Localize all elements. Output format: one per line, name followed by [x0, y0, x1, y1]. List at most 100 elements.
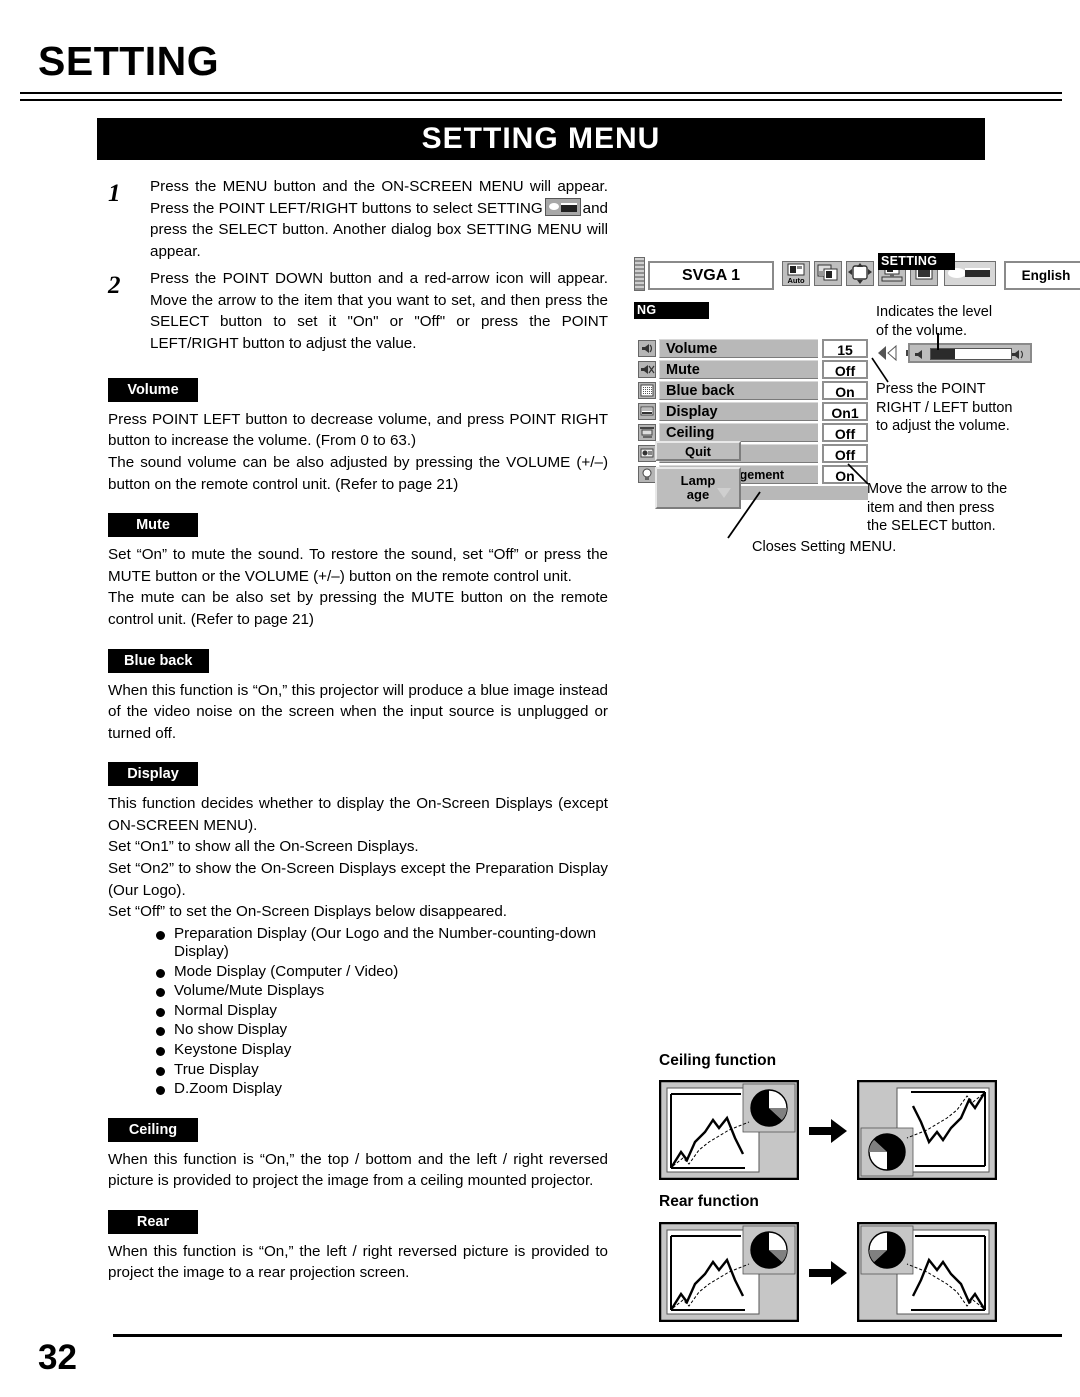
- step-1-text-before: Press the MENU button and the ON-SCREEN …: [150, 178, 608, 217]
- section-label-ceiling: Ceiling: [108, 1117, 198, 1142]
- setting-menu-banner: SETTING MENU: [97, 118, 985, 160]
- step-2-body: Press the POINT DOWN button and a red-ar…: [150, 269, 608, 353]
- osd-row-blue-back[interactable]: Blue back On: [638, 381, 868, 400]
- osd-source-box[interactable]: SVGA 1: [648, 261, 774, 290]
- blue-back-icon: [638, 382, 656, 399]
- section-label-display: Display: [108, 762, 198, 787]
- display-para-1: This function decides whether to display…: [108, 795, 608, 834]
- list-item: Preparation Display (Our Logo and the Nu…: [156, 925, 608, 962]
- rear-after-image: [857, 1222, 997, 1322]
- osd-row-value[interactable]: Off: [822, 423, 868, 442]
- osd-row-value[interactable]: On1: [822, 402, 868, 421]
- osd-row-volume[interactable]: Volume 15: [638, 339, 868, 358]
- osd-top-toolbar: SVGA 1 Auto English SETTING: [634, 253, 1080, 291]
- volume-para-2: The sound volume can be also adjusted by…: [108, 454, 608, 493]
- section-body-ceiling: When this function is “On,” the top / bo…: [108, 1149, 608, 1192]
- callout-volume-level: Indicates the level of the volume.: [876, 303, 992, 340]
- section-label-mute: Mute: [108, 513, 198, 538]
- step-1-number: 1: [108, 180, 121, 207]
- list-item: No show Display: [156, 1021, 608, 1040]
- list-item: Volume/Mute Displays: [156, 982, 608, 1001]
- figure-title-rear: Rear function: [659, 1193, 759, 1210]
- osd-row-value[interactable]: On: [822, 381, 868, 400]
- callout-move-arrow-line2: item and then press: [867, 499, 995, 516]
- arrow-right-icon: [809, 1119, 847, 1143]
- speaker-loud-icon: [1012, 350, 1023, 359]
- section-body-display: This function decides whether to display…: [108, 793, 608, 922]
- svg-text:Auto: Auto: [787, 276, 804, 285]
- instructions-column: 1 Press the MENU button and the ON-SCREE…: [108, 176, 608, 1284]
- section-body-blue-back: When this function is “On,” this project…: [108, 680, 608, 745]
- figure-ceiling-function: [658, 1079, 997, 1185]
- auto-image-icon[interactable]: Auto: [782, 261, 810, 286]
- lamp-age-label: Lamp age: [680, 473, 716, 502]
- header-divider: [20, 92, 1062, 101]
- volume-track: [930, 348, 1012, 360]
- callout-point-adjust-line1: Press the POINT: [876, 381, 986, 397]
- callout-volume-level-line2: of the volume.: [876, 322, 968, 339]
- section-body-rear: When this function is “On,” the left / r…: [108, 1241, 608, 1284]
- osd-row-display[interactable]: Display On1: [638, 402, 868, 421]
- volume-level-bar: [908, 343, 1032, 363]
- image-adjust-icon[interactable]: [814, 261, 842, 286]
- setting-projector-icon: [544, 197, 581, 216]
- figure-title-ceiling: Ceiling function: [659, 1052, 777, 1069]
- osd-row-value[interactable]: 15: [822, 339, 868, 358]
- blue-back-para-1: When this function is “On,” this project…: [108, 681, 608, 742]
- setting-tooltip: SETTING: [878, 253, 955, 270]
- osd-row-label: Mute: [659, 360, 818, 379]
- callout-closes-menu: Closes Setting MENU.: [752, 539, 897, 555]
- leader-line-closes-menu: [727, 491, 761, 539]
- partial-tooltip: NG: [634, 302, 709, 319]
- display-para-3: Set “On2” to show the On-Screen Displays…: [108, 859, 608, 899]
- osd-row-value[interactable]: Off: [822, 360, 868, 379]
- rear-before-image: [658, 1221, 800, 1323]
- leader-line-move-arrow: [847, 463, 869, 485]
- osd-row-label: Display: [659, 402, 818, 421]
- callout-move-arrow-line1: Move the arrow to the: [867, 481, 1008, 497]
- ceiling-after-image: [857, 1080, 997, 1180]
- power-management-icon: [638, 466, 656, 483]
- list-item: True Display: [156, 1061, 608, 1080]
- list-item: Normal Display: [156, 1002, 608, 1021]
- display-para-4: Set “Off” to set the On-Screen Displays …: [108, 903, 508, 921]
- leader-line-point-adjust: [871, 357, 889, 383]
- screen-icon[interactable]: [846, 261, 874, 286]
- section-label-rear: Rear: [108, 1209, 198, 1234]
- section-body-volume: Press POINT LEFT button to decrease volu…: [108, 409, 608, 495]
- osd-left-handle: [634, 257, 645, 291]
- ceiling-icon: [638, 424, 656, 441]
- list-item: Keystone Display: [156, 1041, 608, 1060]
- display-bullet-list: Preparation Display (Our Logo and the Nu…: [108, 925, 608, 1099]
- arrow-right-icon: [809, 1261, 847, 1285]
- step-1: 1 Press the MENU button and the ON-SCREE…: [108, 176, 608, 263]
- quit-button[interactable]: Quit: [655, 441, 741, 461]
- osd-language-box[interactable]: English: [1004, 261, 1080, 290]
- footer-divider: [113, 1334, 1062, 1337]
- volume-fill: [931, 349, 955, 359]
- osd-row-value[interactable]: Off: [822, 444, 868, 463]
- osd-row-mute[interactable]: Mute Off: [638, 360, 868, 379]
- volume-speaker-icon: [638, 340, 656, 357]
- callout-move-arrow-line3: the SELECT button.: [867, 518, 996, 535]
- osd-screenshot: SVGA 1 Auto English SETTING NG Volume 15…: [634, 253, 1080, 509]
- callout-point-adjust-line2: RIGHT / LEFT button: [876, 399, 1013, 416]
- section-label-blue-back: Blue back: [108, 648, 209, 673]
- section-body-mute: Set “On” to mute the sound. To restore t…: [108, 544, 608, 630]
- step-2-number: 2: [108, 271, 121, 299]
- callout-point-adjust-line3: to adjust the volume.: [876, 418, 1010, 435]
- mute-para-1: Set “On” to mute the sound. To restore t…: [108, 546, 608, 585]
- leader-line-volume-level: [937, 333, 939, 350]
- speaker-small-icon: [915, 350, 922, 359]
- mute-speaker-icon: [638, 361, 656, 378]
- callout-volume-level-line1: Indicates the level: [876, 304, 993, 320]
- section-label-volume: Volume: [108, 377, 198, 402]
- mute-para-2: The mute can be also set by pressing the…: [108, 589, 608, 628]
- display-icon: [638, 403, 656, 420]
- page-number: 32: [38, 1338, 77, 1377]
- list-item: Mode Display (Computer / Video): [156, 963, 608, 982]
- callout-point-adjust: Press the POINT RIGHT / LEFT button to a…: [876, 380, 1012, 436]
- rear-icon: [638, 445, 656, 462]
- osd-row-ceiling[interactable]: Ceiling Off: [638, 423, 868, 442]
- volume-para-1: Press POINT LEFT button to decrease volu…: [108, 410, 608, 450]
